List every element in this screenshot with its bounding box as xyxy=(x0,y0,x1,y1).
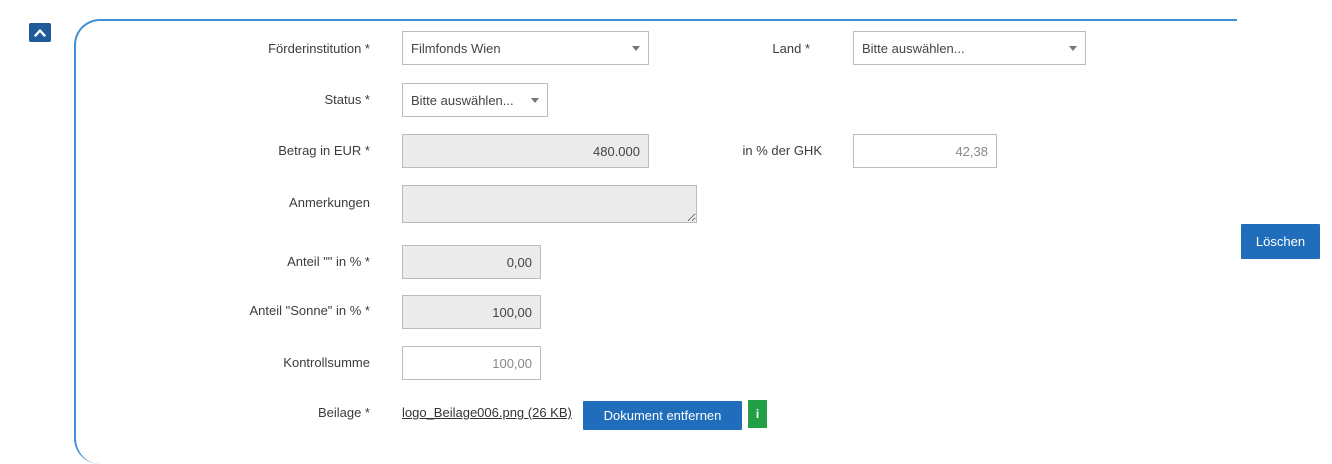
chevron-down-icon xyxy=(1069,45,1077,51)
label-land: Land * xyxy=(772,41,810,56)
label-beilage: Beilage * xyxy=(317,405,370,420)
label-foerderinstitution: Förderinstitution * xyxy=(268,41,370,56)
remove-document-button[interactable]: Dokument entfernen xyxy=(583,401,742,430)
anteil-sonne-input[interactable]: 100,00 xyxy=(402,295,541,329)
attachment-file-link[interactable]: logo_Beilage006.png (26 KB) xyxy=(402,405,572,420)
label-anmerkungen: Anmerkungen xyxy=(289,195,370,210)
kontrollsumme-input: 100,00 xyxy=(402,346,541,380)
chevron-down-icon xyxy=(632,45,640,51)
label-betrag: Betrag in EUR * xyxy=(278,143,370,158)
delete-button[interactable]: Löschen xyxy=(1241,224,1320,259)
land-value: Bitte auswählen... xyxy=(862,40,965,56)
land-select[interactable]: Bitte auswählen... xyxy=(853,31,1086,65)
foerderinstitution-value: Filmfonds Wien xyxy=(411,40,501,56)
status-select[interactable]: Bitte auswählen... xyxy=(402,83,548,117)
label-anteil-sonne: Anteil "Sonne" in % * xyxy=(249,303,370,318)
chevron-down-icon xyxy=(531,97,539,103)
prozent-ghk-value: 42,38 xyxy=(955,143,988,159)
kontrollsumme-value: 100,00 xyxy=(492,355,532,371)
foerderinstitution-select[interactable]: Filmfonds Wien xyxy=(402,31,649,65)
betrag-value: 480.000 xyxy=(593,143,640,159)
betrag-input[interactable]: 480.000 xyxy=(402,134,649,168)
chevron-up-icon xyxy=(34,29,46,37)
anteil-leer-value: 0,00 xyxy=(506,254,532,270)
info-button[interactable]: i xyxy=(748,400,767,428)
panel-frame xyxy=(74,19,1237,464)
prozent-ghk-input[interactable]: 42,38 xyxy=(853,134,997,168)
label-anteil-leer: Anteil "" in % * xyxy=(287,254,370,269)
label-prozent-ghk: in % der GHK xyxy=(742,143,822,158)
anteil-leer-input[interactable]: 0,00 xyxy=(402,245,541,279)
anmerkungen-textarea[interactable] xyxy=(402,185,697,223)
anteil-sonne-value: 100,00 xyxy=(492,304,532,320)
label-kontrollsumme: Kontrollsumme xyxy=(283,355,370,370)
label-status: Status * xyxy=(324,92,370,107)
collapse-button[interactable] xyxy=(29,23,51,42)
status-value: Bitte auswählen... xyxy=(411,92,514,108)
